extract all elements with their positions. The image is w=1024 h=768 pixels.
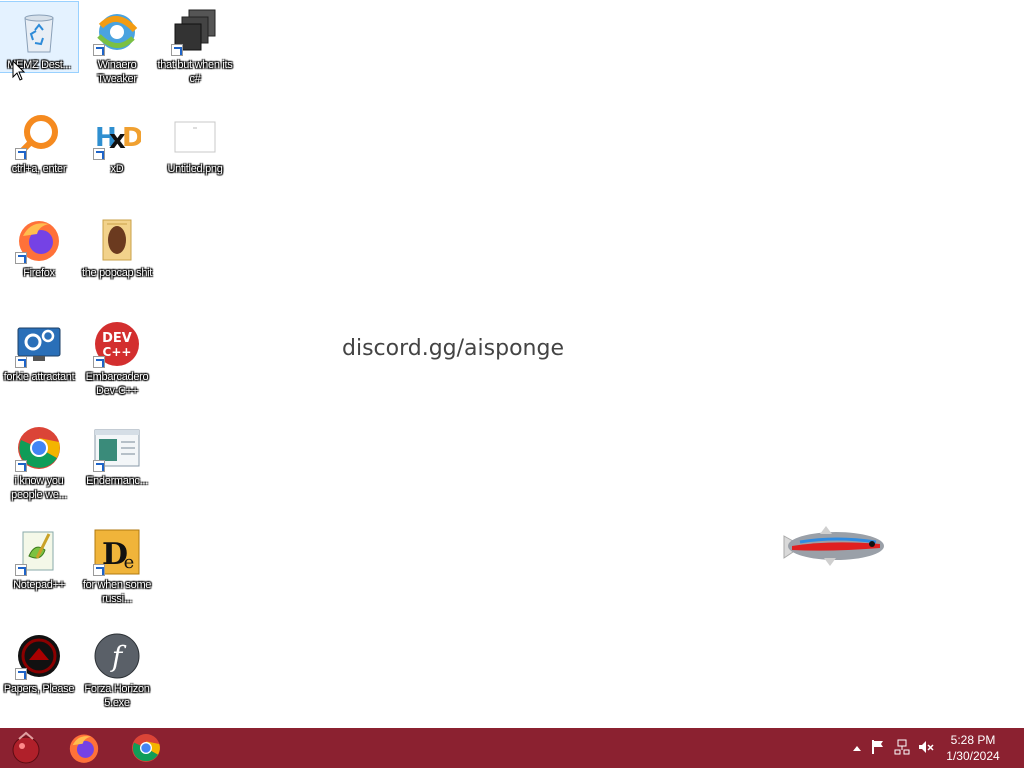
- icon-label: xD: [110, 163, 124, 175]
- shortcut-arrow-icon: [93, 564, 105, 576]
- magnifier-icon: [15, 112, 63, 160]
- desktop-icon-papers-please[interactable]: Papers, Please: [0, 626, 78, 696]
- shortcut-arrow-icon: [171, 44, 183, 56]
- shortcut-arrow-icon: [15, 668, 27, 680]
- devcpp-icon: DEV C++: [93, 320, 141, 368]
- desktop-icon-winaero[interactable]: Winaero Tweaker: [78, 2, 156, 86]
- taskbar-chrome-button[interactable]: [122, 728, 170, 768]
- chrome-icon: [15, 424, 63, 472]
- firefox-icon: [69, 734, 99, 763]
- shortcut-arrow-icon: [93, 356, 105, 368]
- start-icon: [12, 731, 40, 764]
- shortcut-arrow-icon: [93, 148, 105, 160]
- shortcut-arrow-icon: [15, 148, 27, 160]
- icon-label: for when some russi...: [82, 579, 152, 605]
- icon-label: forkie attractant: [3, 371, 75, 383]
- stacked-windows-icon: [171, 8, 219, 56]
- shortcut-arrow-icon: [93, 460, 105, 472]
- desktop-icon-firefox-shortcut-wrapper[interactable]: ctrl+a, enter: [0, 106, 78, 176]
- icon-label: Notepad++: [13, 579, 65, 591]
- recycle-bin-icon: [15, 8, 63, 56]
- desktop-icon-firefox[interactable]: Firefox: [0, 210, 78, 280]
- icon-label: Winaero Tweaker: [97, 59, 137, 85]
- desktop-icon-de-app[interactable]: D e for when some russi...: [78, 522, 156, 606]
- chevron-up-icon[interactable]: [848, 741, 866, 755]
- svg-text:e: e: [124, 552, 135, 573]
- system-tray: [848, 728, 938, 768]
- taskbar-firefox-button[interactable]: [60, 728, 108, 768]
- de-app-icon: D e: [93, 528, 141, 576]
- desktop-icon-untitled-png[interactable]: Untitled.png: [156, 106, 234, 176]
- icon-label: Embarcadero Dev-C++: [85, 371, 149, 397]
- desktop-icon-notepadpp[interactable]: Notepad++: [0, 522, 78, 592]
- monitor-settings-icon: [15, 320, 63, 368]
- svg-text:DEV: DEV: [102, 331, 132, 346]
- taskbar-clock[interactable]: 5:28 PM 1/30/2024: [938, 732, 1008, 764]
- shortcut-arrow-icon: [15, 460, 27, 472]
- hxd-icon: H x D: [93, 112, 144, 160]
- volume-muted-icon[interactable]: [914, 739, 938, 758]
- flash-icon: f: [93, 632, 141, 680]
- icon-label: Firefox: [23, 267, 55, 279]
- window-app-icon: [93, 424, 141, 472]
- firefox-icon: [15, 216, 63, 264]
- desktop-icon-devcpp[interactable]: DEV C++ Embarcadero Dev-C++: [78, 314, 156, 398]
- papers-please-icon: [15, 632, 63, 680]
- image-file-icon: [171, 112, 219, 160]
- fish-desktop-pet[interactable]: [780, 522, 888, 575]
- clock-date: 1/30/2024: [946, 749, 1000, 763]
- notepadpp-icon: [15, 528, 63, 576]
- desktop-icon-endermanch[interactable]: Endermanc...: [78, 418, 156, 488]
- desktop-icon-popcap-folder[interactable]: the popcap shit: [78, 210, 156, 280]
- desktop[interactable]: MEMZ Dest... ctrl+a, enter Firefox forki…: [0, 0, 1024, 728]
- winaero-icon: [93, 8, 141, 56]
- icon-label: Forza Horizon 5.exe: [84, 683, 150, 709]
- desktop-icon-forkie-attractant[interactable]: forkie attractant: [0, 314, 78, 384]
- desktop-icon-chrome[interactable]: i know you people we...: [0, 418, 78, 502]
- icon-label: Untitled.png: [167, 163, 223, 175]
- icon-label: ctrl+a, enter: [11, 163, 67, 175]
- folder-icon: [93, 216, 141, 264]
- clock-time: 5:28 PM: [950, 733, 996, 747]
- icon-label: the popcap shit: [81, 267, 153, 279]
- start-button[interactable]: [2, 728, 50, 768]
- taskbar: 5:28 PM 1/30/2024: [0, 728, 1024, 768]
- mouse-cursor-icon: [12, 59, 26, 87]
- icon-label: that but when its c#: [157, 59, 233, 85]
- shortcut-arrow-icon: [15, 564, 27, 576]
- desktop-icon-that-but-when-its-csharp[interactable]: that but when its c#: [156, 2, 234, 86]
- icon-label: i know you people we...: [11, 475, 67, 501]
- icon-label: Endermanc...: [86, 475, 148, 487]
- desktop-icon-forza[interactable]: f Forza Horizon 5.exe: [78, 626, 156, 710]
- shortcut-arrow-icon: [15, 356, 27, 368]
- icon-label: Papers, Please: [3, 683, 75, 695]
- shortcut-arrow-icon: [15, 252, 27, 264]
- svg-text:D: D: [122, 123, 141, 153]
- shortcut-arrow-icon: [93, 44, 105, 56]
- flag-icon[interactable]: [866, 739, 890, 758]
- chrome-icon: [132, 734, 160, 762]
- wallpaper-text: discord.gg/aisponge: [342, 336, 564, 361]
- desktop-icon-hxd[interactable]: H x D xD: [78, 106, 156, 176]
- svg-text:C++: C++: [103, 345, 132, 359]
- network-icon[interactable]: [890, 739, 914, 758]
